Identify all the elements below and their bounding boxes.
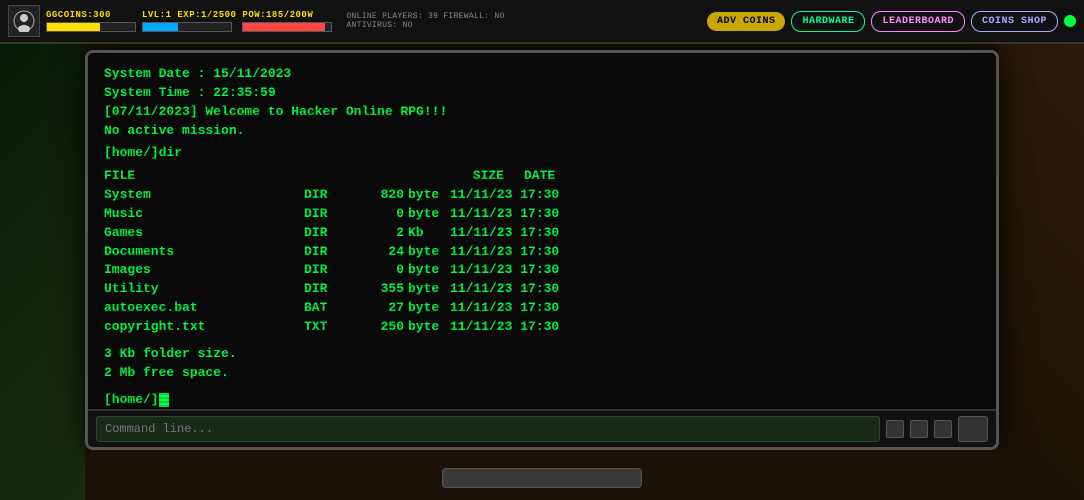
online-status-dot	[1064, 15, 1076, 27]
coins-label: GGCOINS:300	[46, 10, 136, 20]
pow-bar	[242, 22, 332, 32]
adv-coins-button[interactable]: ADV COINS	[707, 12, 786, 31]
exp-bar	[142, 22, 232, 32]
terminal-free-space: 2 Mb free space.	[104, 364, 980, 383]
hud-logo	[8, 5, 40, 37]
coins-bar	[46, 22, 136, 32]
monitor-base	[442, 468, 642, 488]
coins-shop-button[interactable]: COINS SHOP	[971, 11, 1058, 32]
terminal-mission-line: No active mission.	[104, 122, 980, 141]
table-row: Images DIR 0byte 11/11/23 17:30	[104, 261, 980, 280]
cmd-btn-2[interactable]	[910, 420, 928, 438]
exp-bar-fill	[143, 23, 178, 31]
table-row: Documents DIR 24byte 11/11/23 17:30	[104, 243, 980, 262]
terminal-cursor	[159, 393, 169, 407]
file-table: FILESIZEDATE System DIR 820byte 11/11/23…	[104, 167, 980, 337]
cmd-btn-3[interactable]	[934, 420, 952, 438]
hud-info-line2: ANTIVIRUS: NO	[346, 21, 504, 30]
pow-bar-fill	[243, 23, 324, 31]
exp-label: LVL:1 EXP:1/2500	[142, 10, 236, 20]
table-row: autoexec.bat BAT 27byte 11/11/23 17:30	[104, 299, 980, 318]
terminal-prompt-text: [home/]	[104, 392, 159, 407]
exp-stat-block: LVL:1 EXP:1/2500	[142, 10, 236, 32]
hud-right-section: ADV COINS HARDWARE LEADERBOARD COINS SHO…	[707, 11, 1076, 32]
cmd-btn-1[interactable]	[886, 420, 904, 438]
file-table-header: FILESIZEDATE	[104, 167, 980, 186]
terminal-screen: System Date : 15/11/2023 System Time : 2…	[88, 53, 996, 409]
hud-info-line1: ONLINE PLAYERS: 39 FIREWALL: NO	[346, 12, 504, 21]
terminal-prompt-line: [home/]	[104, 391, 980, 410]
leaderboard-button[interactable]: LEADERBOARD	[871, 11, 965, 32]
monitor: System Date : 15/11/2023 System Time : 2…	[85, 50, 999, 450]
pow-stat-block: POW:185/200W	[242, 10, 332, 32]
hud-left-section: GGCOINS:300 LVL:1 EXP:1/2500 POW:185/200…	[8, 5, 699, 37]
terminal-folder-size: 3 Kb folder size.	[104, 345, 980, 364]
command-input[interactable]	[96, 416, 880, 442]
terminal-date-line: System Date : 15/11/2023	[104, 65, 980, 84]
table-row: Games DIR 2Kb 11/11/23 17:30	[104, 224, 980, 243]
terminal-welcome-line: [07/11/2023] Welcome to Hacker Online RP…	[104, 103, 980, 122]
coins-bar-fill	[47, 23, 100, 31]
table-row: copyright.txt TXT 250byte 11/11/23 17:30	[104, 318, 980, 337]
file-rows-container: System DIR 820byte 11/11/23 17:30Music D…	[104, 186, 980, 337]
table-row: Music DIR 0byte 11/11/23 17:30	[104, 205, 980, 224]
coins-stat-block: GGCOINS:300	[46, 10, 136, 32]
side-decoration-right	[999, 44, 1084, 500]
table-row: System DIR 820byte 11/11/23 17:30	[104, 186, 980, 205]
hud-info-block: ONLINE PLAYERS: 39 FIREWALL: NO ANTIVIRU…	[346, 12, 504, 30]
table-row: Utility DIR 355byte 11/11/23 17:30	[104, 280, 980, 299]
top-hud: GGCOINS:300 LVL:1 EXP:1/2500 POW:185/200…	[0, 0, 1084, 44]
pow-label: POW:185/200W	[242, 10, 332, 20]
monitor-stand-area	[85, 450, 999, 500]
side-decoration-left	[0, 44, 85, 500]
terminal-time-line: System Time : 22:35:59	[104, 84, 980, 103]
terminal-dir-command: [home/]dir	[104, 144, 980, 163]
command-bar	[88, 409, 996, 447]
cmd-btn-large[interactable]	[958, 416, 988, 442]
hardware-button[interactable]: HARDWARE	[791, 11, 865, 32]
